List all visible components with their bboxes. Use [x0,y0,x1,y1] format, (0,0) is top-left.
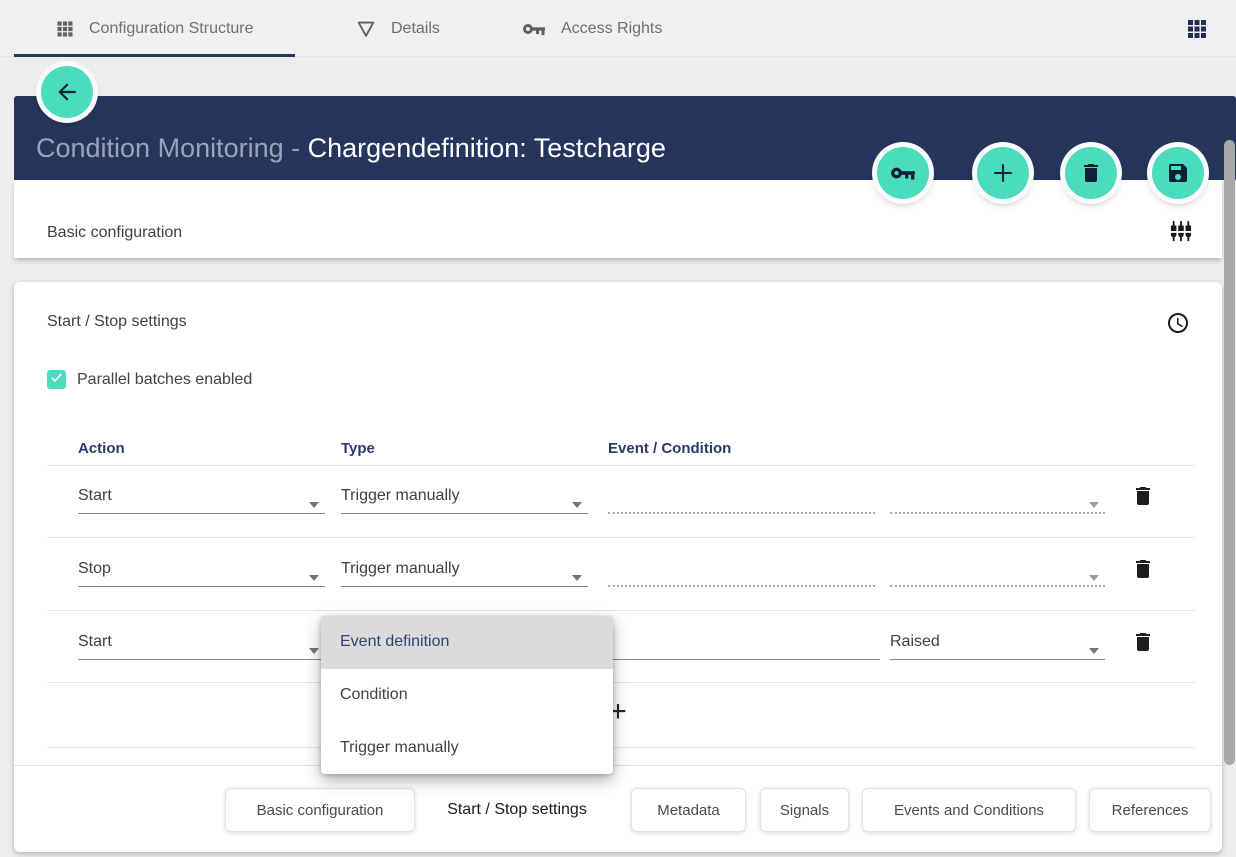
chevron-down-icon [1089,568,1099,586]
access-rights-button[interactable] [877,147,929,199]
action-select[interactable]: Start [78,631,325,660]
delete-row-button[interactable] [1131,630,1155,654]
chevron-down-icon [309,641,319,659]
parallel-batches-checkbox[interactable] [47,370,66,389]
section-title: Start / Stop settings [47,313,187,331]
state-select[interactable]: Raised [890,631,1105,660]
parallel-batches-label: Parallel batches enabled [77,371,252,389]
footer-tab-basic-configuration[interactable]: Basic configuration [225,788,415,832]
funnel-icon [355,18,377,40]
vertical-scrollbar-thumb[interactable] [1224,140,1235,765]
key-icon [521,18,547,40]
arrow-left-icon [54,79,80,105]
trash-icon [1079,161,1103,185]
tab-details[interactable]: Details [355,0,440,57]
header-divider [47,465,1195,466]
tab-label: Details [391,20,440,38]
tab-label: Access Rights [561,20,662,38]
basic-configuration-card: Basic configuration [14,180,1222,258]
active-tab-indicator [14,54,295,57]
chevron-down-icon [309,568,319,586]
event-condition-field[interactable] [608,631,880,660]
footer-divider [14,765,1222,766]
footer-tab-start-stop-settings[interactable]: Start / Stop settings [433,788,601,832]
add-button[interactable] [977,147,1029,199]
clock-icon[interactable] [1166,311,1190,340]
footer-tab-metadata[interactable]: Metadata [631,788,746,832]
tab-label: Configuration Structure [89,20,254,38]
app-root: Configuration Structure Details Access R… [0,0,1236,857]
event-condition-field [608,485,875,514]
action-select[interactable]: Start [78,485,325,514]
action-select[interactable]: Stop [78,558,325,587]
plus-icon [989,159,1017,187]
menu-item-trigger-manually[interactable]: Trigger manually [321,721,613,774]
column-header-type: Type [341,440,375,457]
apps-grid-icon[interactable] [1185,17,1209,41]
type-select[interactable]: Trigger manually [341,485,588,514]
column-header-action: Action [78,440,125,457]
tab-configuration-structure[interactable]: Configuration Structure [55,0,254,57]
delete-row-button[interactable] [1131,484,1155,508]
chevron-down-icon [1089,641,1099,659]
row-divider [47,747,1195,748]
page-header: Condition Monitoring - Chargendefinition… [14,96,1236,180]
chevron-down-icon [572,495,582,513]
row-divider [47,682,1195,683]
menu-item-event-definition[interactable]: Event definition [321,616,613,669]
type-dropdown-menu: Event definition Condition Trigger manua… [321,616,613,774]
footer-tab-signals[interactable]: Signals [760,788,849,832]
page-title: Condition Monitoring - Chargendefinition… [36,133,666,164]
chevron-down-icon [1089,495,1099,513]
row-divider [47,610,1195,611]
basic-configuration-label: Basic configuration [47,224,182,242]
type-select[interactable]: Trigger manually [341,558,588,587]
back-button[interactable] [41,66,93,118]
footer-tab-references[interactable]: References [1089,788,1211,832]
grid-icon [55,19,75,39]
delete-button[interactable] [1065,147,1117,199]
column-header-event-condition: Event / Condition [608,440,731,457]
state-select [890,485,1105,514]
delete-row-button[interactable] [1131,557,1155,581]
input-component-icon[interactable] [1170,220,1192,247]
event-condition-field [608,558,875,587]
chevron-down-icon [572,568,582,586]
save-icon [1166,161,1190,185]
chevron-down-icon [309,495,319,513]
key-icon [889,161,917,185]
menu-item-condition[interactable]: Condition [321,669,613,722]
footer-tab-events-and-conditions[interactable]: Events and Conditions [862,788,1076,832]
check-icon [49,370,64,390]
top-tab-bar: Configuration Structure Details Access R… [0,0,1236,57]
row-divider [47,537,1195,538]
save-button[interactable] [1152,147,1204,199]
state-select [890,558,1105,587]
tab-access-rights[interactable]: Access Rights [521,0,662,57]
start-stop-settings-card: Start / Stop settings Parallel batches e… [14,282,1222,852]
